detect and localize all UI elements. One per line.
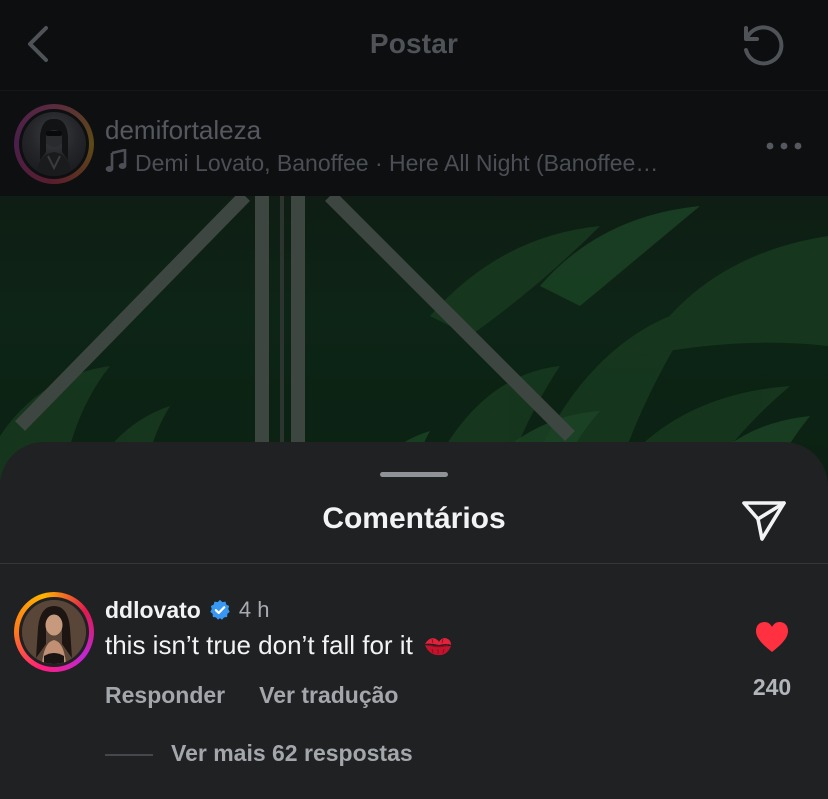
comment-body: this isn’t true don’t fall for it xyxy=(105,630,413,660)
send-icon xyxy=(742,501,786,541)
view-more-replies-button[interactable]: Ver mais 62 respostas xyxy=(171,740,413,767)
comment-text: this isn’t true don’t fall for it xyxy=(105,630,453,661)
reply-button[interactable]: Responder xyxy=(105,682,225,709)
verified-badge-icon xyxy=(210,599,230,620)
see-translation-button[interactable]: Ver tradução xyxy=(259,682,398,709)
sheet-drag-handle[interactable] xyxy=(380,472,448,477)
replies-divider-line xyxy=(105,754,153,756)
avatar-photo xyxy=(36,118,72,176)
comment-actions: Responder Ver tradução xyxy=(105,682,398,709)
refresh-button[interactable] xyxy=(736,20,788,70)
share-button[interactable] xyxy=(740,497,788,543)
kiss-mark-emoji-icon xyxy=(424,638,451,656)
page-title: Postar xyxy=(369,28,459,59)
music-text: Demi Lovato, Banoffee · Here All Night (… xyxy=(135,150,659,176)
post-header: demifortaleza Demi Lovato, Banoffee · He… xyxy=(0,90,828,197)
divider xyxy=(0,563,828,564)
music-note-icon xyxy=(105,149,127,172)
post-author-avatar[interactable] xyxy=(14,104,94,184)
like-count: 240 xyxy=(752,674,792,700)
screen: Postar demifortaleza Demi Lovato, Banoff… xyxy=(0,0,828,799)
post-options-button[interactable] xyxy=(764,139,804,151)
more-horizontal-icon xyxy=(766,142,802,150)
comment-author-avatar[interactable] xyxy=(14,592,94,672)
avatar-photo xyxy=(22,600,86,664)
post-username[interactable]: demifortaleza xyxy=(105,115,261,146)
comment-username[interactable]: ddlovato xyxy=(105,597,201,624)
comments-sheet: Comentários ddlovato 4 h this isn’t true… xyxy=(0,442,828,799)
heart-filled-icon xyxy=(756,622,788,652)
post-music-info[interactable]: Demi Lovato, Banoffee · Here All Night (… xyxy=(105,149,658,177)
comment-header: ddlovato 4 h xyxy=(105,595,269,625)
refresh-icon xyxy=(744,25,784,66)
like-button[interactable] xyxy=(754,620,790,654)
top-bar: Postar xyxy=(0,0,828,90)
comments-title: Comentários xyxy=(322,502,506,535)
comment-timestamp: 4 h xyxy=(238,597,270,622)
